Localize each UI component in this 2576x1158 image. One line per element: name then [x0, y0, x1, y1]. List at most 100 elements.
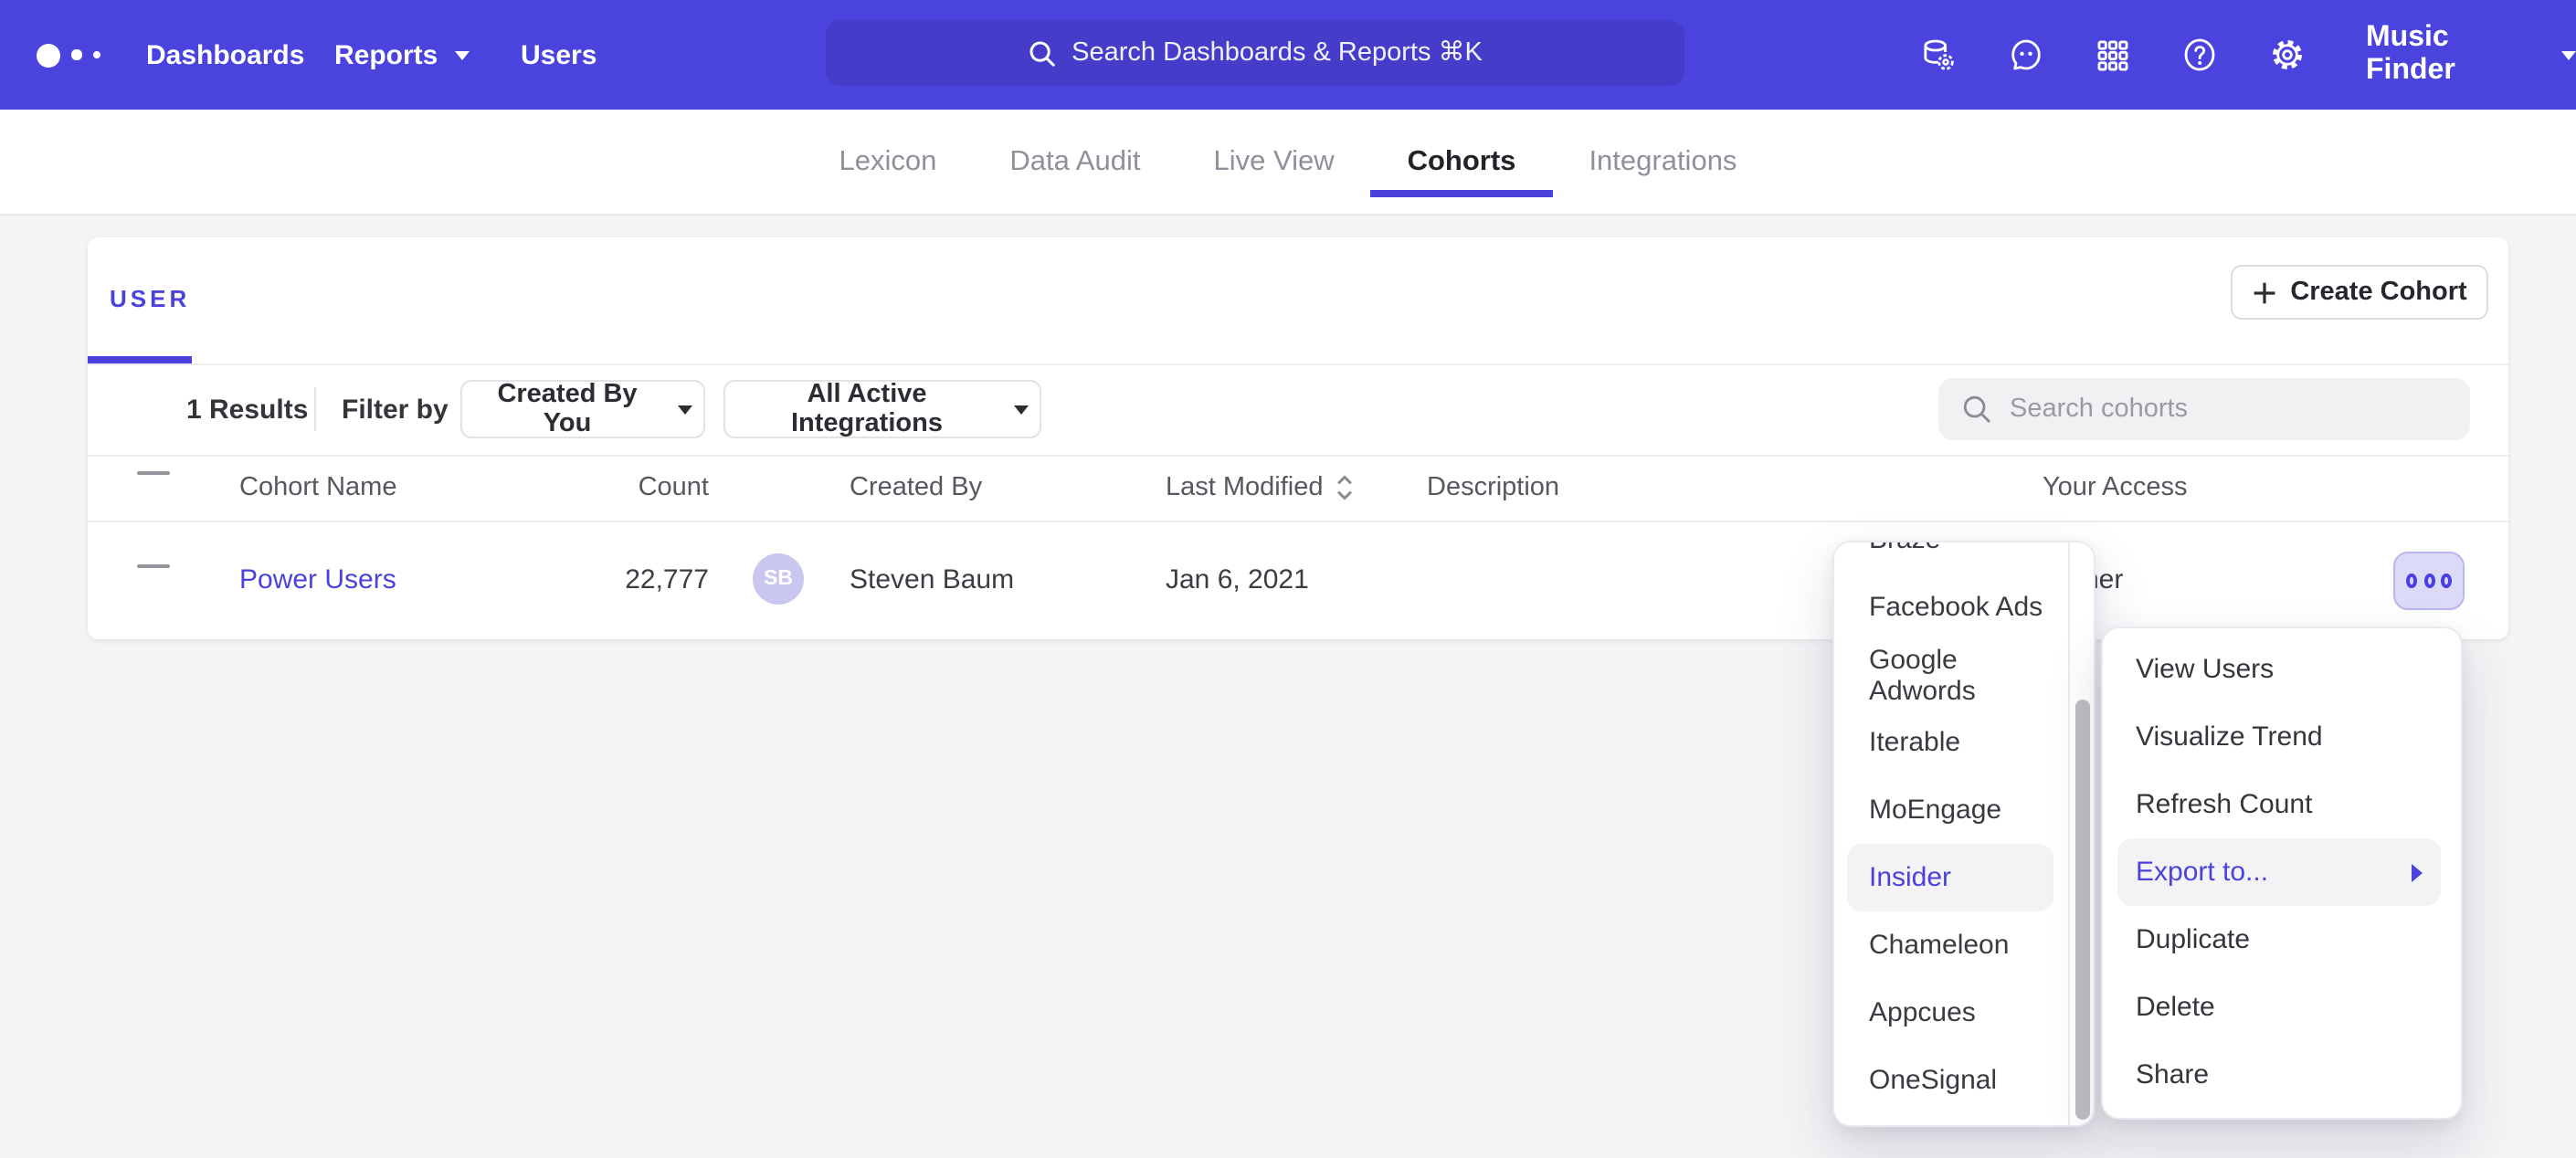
filter-by-label: Filter by: [342, 363, 449, 455]
navbar-icon-group: [1920, 0, 2306, 110]
menu-item-moengage[interactable]: MoEngage: [1834, 776, 2070, 844]
row-actions-menu: View Users Visualize Trend Refresh Count…: [2101, 626, 2463, 1120]
menu-item-refresh-count[interactable]: Refresh Count: [2103, 771, 2461, 838]
menu-item-iterable[interactable]: Iterable: [1834, 709, 2070, 776]
menu-item-visualize-trend[interactable]: Visualize Trend: [2103, 703, 2461, 771]
nav-item-reports[interactable]: Reports: [334, 0, 469, 110]
menu-item-label: Export to...: [2136, 857, 2268, 888]
filter-label: Created By You: [473, 380, 661, 438]
project-selector[interactable]: Music Finder: [2366, 0, 2576, 110]
help-icon[interactable]: [2181, 37, 2218, 73]
menu-item-label: Duplicate: [2136, 924, 2250, 955]
filter-toolbar: 1 Results Filter by Created By You All A…: [88, 363, 2508, 457]
results-count: 1 Results: [186, 363, 308, 455]
integrations-filter-dropdown[interactable]: All Active Integrations: [723, 380, 1041, 438]
chevron-down-icon: [1014, 405, 1029, 414]
tab-data-audit[interactable]: Data Audit: [1009, 110, 1140, 214]
column-header-count: Count: [543, 455, 709, 521]
column-header-last-modified[interactable]: Last Modified: [1166, 455, 1355, 521]
column-header-created-by: Created By: [850, 455, 982, 521]
create-cohort-button[interactable]: Create Cohort: [2231, 265, 2488, 320]
menu-item-appcues[interactable]: Appcues: [1834, 979, 2070, 1047]
menu-scrollbar-thumb[interactable]: [2075, 700, 2090, 1120]
menu-item-label: Chameleon: [1869, 930, 2009, 961]
created-by-filter-dropdown[interactable]: Created By You: [460, 380, 705, 438]
menu-item-export-to[interactable]: Export to...: [2117, 838, 2441, 906]
cohorts-table-header: Cohort Name Count Created By Last Modifi…: [88, 455, 2508, 522]
tab-list: Lexicon Data Audit Live View Cohorts Int…: [0, 110, 2576, 214]
search-cohorts-input[interactable]: Search cohorts: [1938, 378, 2470, 440]
menu-item-duplicate[interactable]: Duplicate: [2103, 906, 2461, 974]
menu-item-onesignal[interactable]: OneSignal: [1834, 1047, 2070, 1114]
cohort-table-row: Power Users 22,777 SB Steven Baum Jan 6,…: [88, 521, 2508, 639]
submenu-arrow-icon: [2412, 863, 2423, 881]
apps-grid-icon[interactable]: [2096, 37, 2130, 72]
nav-item-label: Dashboards: [146, 39, 304, 70]
more-icon: [2441, 574, 2452, 589]
menu-item-label: MoEngage: [1869, 795, 2001, 826]
menu-item-braze[interactable]: Braze: [1834, 541, 2070, 574]
vertical-divider: [314, 387, 316, 431]
tab-integrations[interactable]: Integrations: [1589, 110, 1737, 214]
chevron-down-icon: [2561, 50, 2576, 59]
menu-item-label: Share: [2136, 1059, 2209, 1090]
top-navbar: Dashboards Reports Users Search Dashboar…: [0, 0, 2576, 110]
menu-item-delete[interactable]: Delete: [2103, 974, 2461, 1041]
menu-item-label: Delete: [2136, 992, 2215, 1023]
app-canvas: Dashboards Reports Users Search Dashboar…: [0, 0, 2576, 1158]
menu-item-insider[interactable]: Insider: [1847, 844, 2053, 911]
user-tab-underline: [88, 356, 192, 363]
menu-item-chameleon[interactable]: Chameleon: [1834, 911, 2070, 979]
cohorts-card: USER Create Cohort 1 Results Filter by C…: [88, 237, 2508, 639]
create-cohort-label: Create Cohort: [2290, 278, 2466, 307]
tab-live-view[interactable]: Live View: [1213, 110, 1334, 214]
data-management-icon[interactable]: [1920, 37, 1957, 73]
active-tab-underline: [1371, 190, 1553, 197]
global-search-placeholder: Search Dashboards & Reports ⌘K: [1072, 38, 1483, 68]
menu-item-label: OneSignal: [1869, 1065, 1997, 1096]
plus-icon: [2252, 280, 2275, 304]
cohort-name-link[interactable]: Power Users: [239, 564, 396, 595]
cohort-count: 22,777: [543, 521, 709, 639]
menu-item-view-users[interactable]: View Users: [2103, 636, 2461, 703]
global-search-input[interactable]: Search Dashboards & Reports ⌘K: [826, 20, 1684, 86]
column-header-description: Description: [1427, 455, 1559, 521]
avatar: SB: [753, 553, 804, 605]
section-tabbar: Lexicon Data Audit Live View Cohorts Int…: [0, 110, 2576, 216]
tab-cohorts[interactable]: Cohorts: [1408, 110, 1516, 214]
chevron-down-icon: [678, 405, 692, 414]
nav-item-dashboards[interactable]: Dashboards: [146, 0, 304, 110]
tab-lexicon[interactable]: Lexicon: [839, 110, 937, 214]
column-header-label: Last Modified: [1166, 473, 1324, 502]
row-actions-button[interactable]: [2393, 552, 2465, 610]
chevron-down-icon: [454, 50, 469, 59]
more-icon: [2406, 574, 2417, 589]
settings-gear-icon[interactable]: [2269, 37, 2306, 73]
export-targets-menu: Braze Facebook Ads Google Adwords Iterab…: [1832, 541, 2096, 1127]
project-name: Music Finder: [2366, 22, 2538, 88]
menu-item-label: Iterable: [1869, 727, 1960, 758]
nav-item-label: Reports: [334, 39, 438, 70]
logo-dot-medium: [71, 50, 81, 60]
menu-item-label: Facebook Ads: [1869, 592, 2043, 623]
menu-item-label: Insider: [1869, 862, 1951, 893]
menu-item-google-adwords[interactable]: Google Adwords: [1834, 641, 2070, 709]
menu-item-share[interactable]: Share: [2103, 1041, 2461, 1109]
cohort-created-by: Steven Baum: [850, 521, 1014, 639]
select-all-checkbox[interactable]: [137, 471, 170, 475]
menu-item-facebook-ads[interactable]: Facebook Ads: [1834, 574, 2070, 641]
tab-label: Data Audit: [1009, 145, 1140, 178]
menu-item-label: Refresh Count: [2136, 789, 2312, 820]
nav-item-users[interactable]: Users: [521, 0, 596, 110]
logo-dot-small: [92, 51, 100, 58]
logo-dot-large: [37, 43, 60, 67]
tab-user-cohorts[interactable]: USER: [110, 285, 190, 312]
tab-label: Cohorts: [1408, 145, 1516, 178]
feedback-icon[interactable]: [2008, 37, 2044, 73]
cohort-last-modified: Jan 6, 2021: [1166, 521, 1309, 639]
menu-scrollbar-track: [2068, 542, 2094, 1125]
row-checkbox[interactable]: [137, 564, 170, 568]
mixpanel-logo-icon[interactable]: [37, 0, 100, 110]
search-cohorts-placeholder: Search cohorts: [2010, 395, 2188, 424]
menu-item-label: Google Adwords: [1869, 644, 2070, 706]
